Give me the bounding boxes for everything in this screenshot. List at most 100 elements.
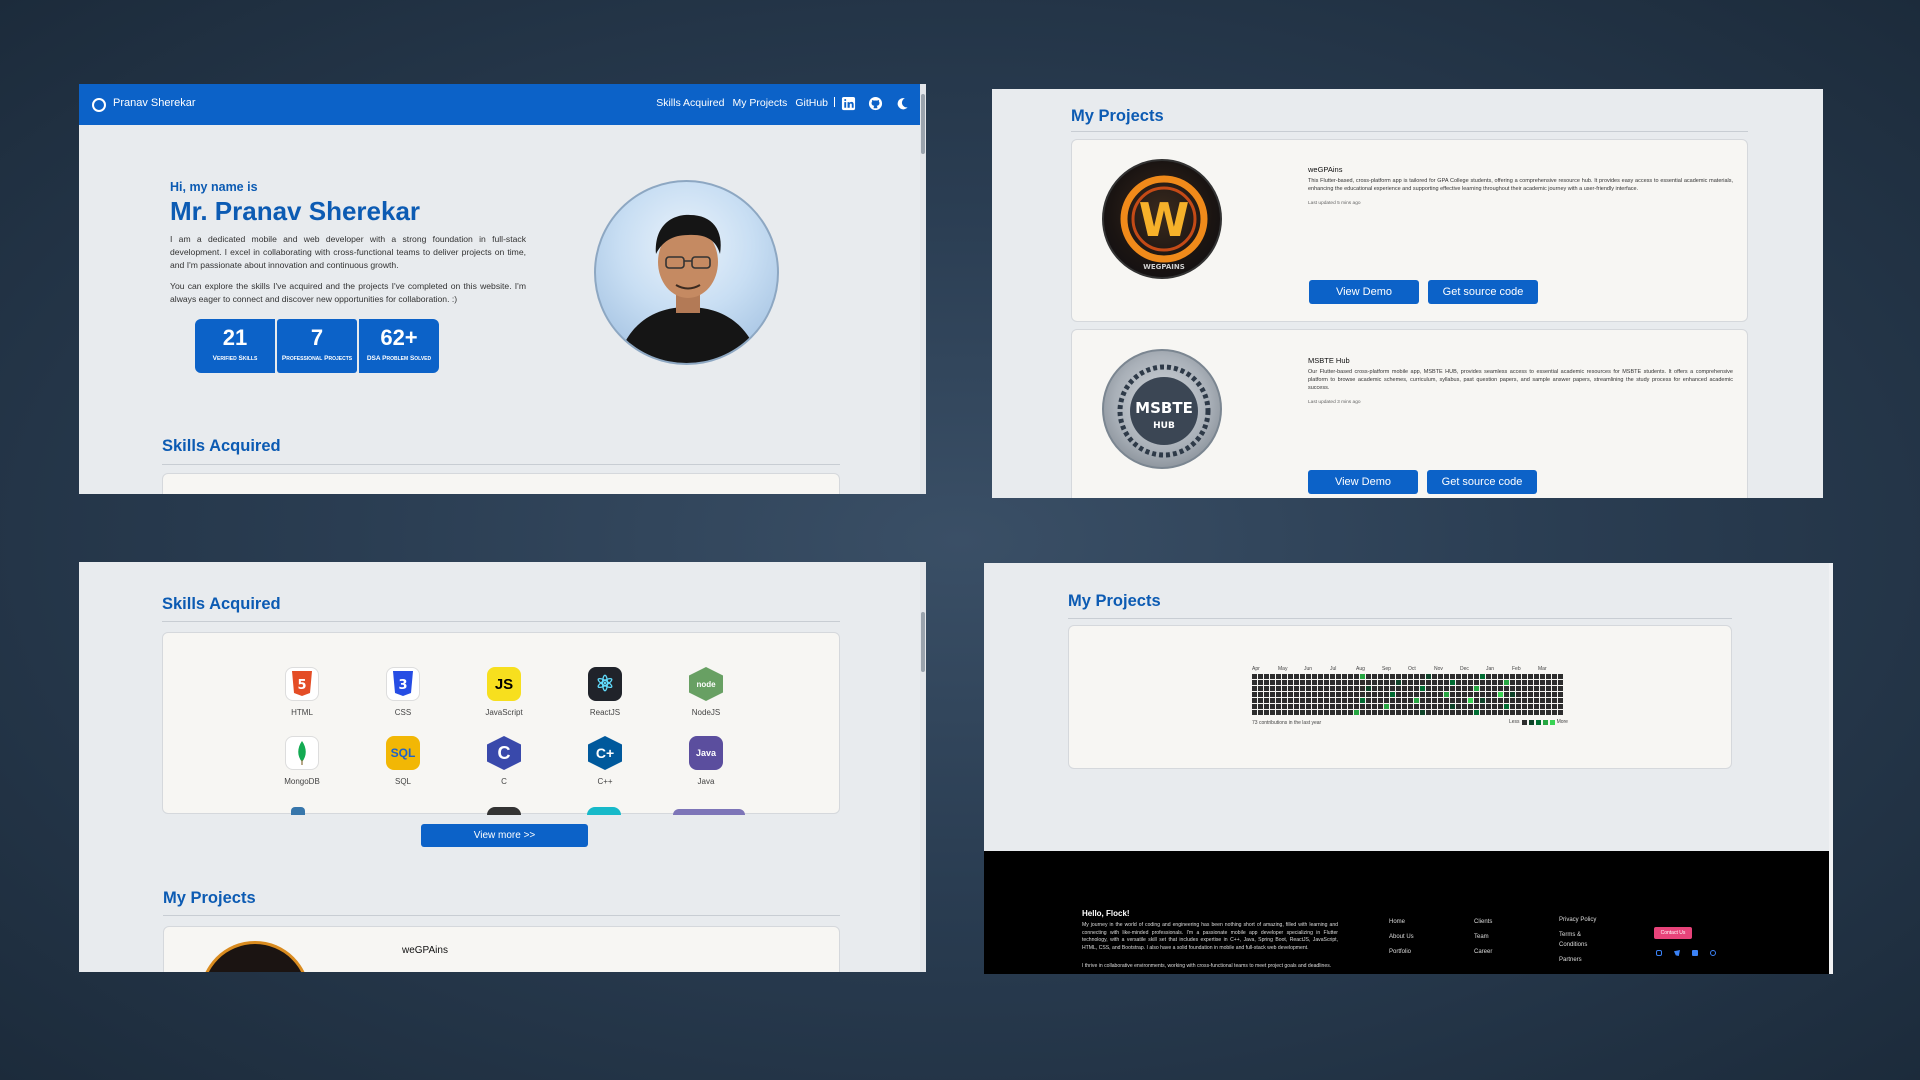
contribution-day-cell <box>1270 704 1275 709</box>
github-icon[interactable] <box>868 96 883 111</box>
nav-link-skills[interactable]: Skills Acquired <box>656 97 724 109</box>
skills-section-title: Skills Acquired <box>162 595 281 613</box>
contribution-day-cell <box>1258 686 1263 691</box>
contribution-day-cell <box>1288 674 1293 679</box>
contribution-day-cell <box>1384 692 1389 697</box>
footer-link-about[interactable]: About Us <box>1389 930 1414 945</box>
contribution-day-cell <box>1540 698 1545 703</box>
contribution-day-cell <box>1252 704 1257 709</box>
contribution-day-cell <box>1294 674 1299 679</box>
get-source-code-button[interactable]: Get source code <box>1427 470 1537 494</box>
contribution-day-cell <box>1282 680 1287 685</box>
contribution-day-cell <box>1438 704 1443 709</box>
scrollbar[interactable] <box>1829 563 1833 974</box>
contribution-day-cell <box>1252 674 1257 679</box>
skill-label: SQL <box>394 777 411 786</box>
contribution-day-cell <box>1258 698 1263 703</box>
contribution-day-cell <box>1474 692 1479 697</box>
contribution-month-label: Nov <box>1434 666 1443 672</box>
footer-link-terms[interactable]: Terms & Conditions <box>1559 930 1599 950</box>
contribution-day-cell <box>1390 692 1395 697</box>
linkedin-icon[interactable] <box>841 96 856 111</box>
contribution-day-cell <box>1258 674 1263 679</box>
contribution-day-cell <box>1474 698 1479 703</box>
twitter-icon[interactable] <box>1674 950 1680 956</box>
contribution-day-cell <box>1396 674 1401 679</box>
brand-logo-icon[interactable] <box>92 98 106 112</box>
skill-sql: SQL SQL <box>373 736 433 786</box>
contribution-day-cell <box>1408 674 1413 679</box>
contribution-day-cell <box>1474 704 1479 709</box>
footer-links-col-3: Privacy Policy Terms & Conditions Partne… <box>1559 915 1599 965</box>
contribution-day-cell <box>1486 686 1491 691</box>
hero-name: Mr. Pranav Sherekar <box>170 196 421 226</box>
contribution-day-cell <box>1528 692 1533 697</box>
skill-java: Java Java <box>676 736 736 786</box>
get-source-code-button[interactable]: Get source code <box>1428 280 1538 304</box>
contribution-day-cell <box>1432 686 1437 691</box>
contribution-day-cell <box>1432 692 1437 697</box>
scrollbar[interactable] <box>920 562 926 972</box>
github-icon[interactable] <box>1710 950 1716 956</box>
contribution-day-cell <box>1324 680 1329 685</box>
contribution-day-cell <box>1300 698 1305 703</box>
footer-link-home[interactable]: Home <box>1389 915 1414 930</box>
view-demo-button[interactable]: View Demo <box>1309 280 1419 304</box>
profile-photo <box>594 180 779 365</box>
contribution-day-cell <box>1552 710 1557 715</box>
contribution-day-cell <box>1366 704 1371 709</box>
brand-name[interactable]: Pranav Sherekar <box>113 97 196 109</box>
scrollbar[interactable] <box>920 84 926 494</box>
project-card: W WEGPAINS weGPAins This Flutter-based, … <box>1071 139 1748 322</box>
contribution-day-cell <box>1384 698 1389 703</box>
contact-us-button[interactable]: Contact Us <box>1654 927 1692 939</box>
contribution-day-cell <box>1462 674 1467 679</box>
footer-link-team[interactable]: Team <box>1474 930 1492 945</box>
sql-icon: SQL <box>386 736 420 770</box>
contribution-day-cell <box>1552 704 1557 709</box>
linkedin-icon[interactable] <box>1692 950 1698 956</box>
contribution-day-cell <box>1276 674 1281 679</box>
msbte-hub-logo: MSBTE HUB <box>1102 349 1222 469</box>
contribution-day-cell <box>1276 686 1281 691</box>
contribution-day-cell <box>1420 692 1425 697</box>
contribution-day-cell <box>1366 686 1371 691</box>
contribution-day-cell <box>1390 698 1395 703</box>
contribution-day-cell <box>1420 704 1425 709</box>
footer-link-career[interactable]: Career <box>1474 945 1492 960</box>
nav-link-github[interactable]: GitHub <box>795 97 828 109</box>
legend-swatch <box>1521 719 1527 725</box>
contribution-day-cell <box>1426 680 1431 685</box>
footer-link-portfolio[interactable]: Portfolio <box>1389 945 1414 960</box>
nav-link-projects[interactable]: My Projects <box>732 97 787 109</box>
contribution-day-cell <box>1288 680 1293 685</box>
contribution-day-cell <box>1300 686 1305 691</box>
footer-link-privacy[interactable]: Privacy Policy <box>1559 915 1599 925</box>
contribution-day-cell <box>1420 686 1425 691</box>
contribution-day-cell <box>1462 698 1467 703</box>
contribution-day-cell <box>1408 698 1413 703</box>
wegpains-logo-letter: W <box>1139 193 1190 247</box>
contribution-day-cell <box>1414 674 1419 679</box>
moon-icon[interactable] <box>895 96 910 111</box>
instagram-icon[interactable] <box>1656 950 1662 956</box>
contribution-day-cell <box>1312 680 1317 685</box>
scrollbar-thumb[interactable] <box>921 612 925 672</box>
footer-link-clients[interactable]: Clients <box>1474 915 1492 930</box>
contribution-day-cell <box>1426 710 1431 715</box>
contribution-day-cell <box>1408 710 1413 715</box>
contribution-day-cell <box>1450 692 1455 697</box>
view-demo-button[interactable]: View Demo <box>1308 470 1418 494</box>
footer-link-partners[interactable]: Partners <box>1559 955 1599 965</box>
contribution-day-cell <box>1330 686 1335 691</box>
contribution-day-cell <box>1402 692 1407 697</box>
skill-label: NodeJS <box>691 708 721 717</box>
contribution-day-cell <box>1270 674 1275 679</box>
view-more-skills-button[interactable]: View more >> <box>421 824 588 847</box>
contribution-day-cell <box>1306 680 1311 685</box>
contribution-day-cell <box>1534 680 1539 685</box>
contribution-day-cell <box>1288 692 1293 697</box>
contribution-day-cell <box>1504 710 1509 715</box>
scrollbar-thumb[interactable] <box>921 94 925 154</box>
contribution-day-cell <box>1396 686 1401 691</box>
